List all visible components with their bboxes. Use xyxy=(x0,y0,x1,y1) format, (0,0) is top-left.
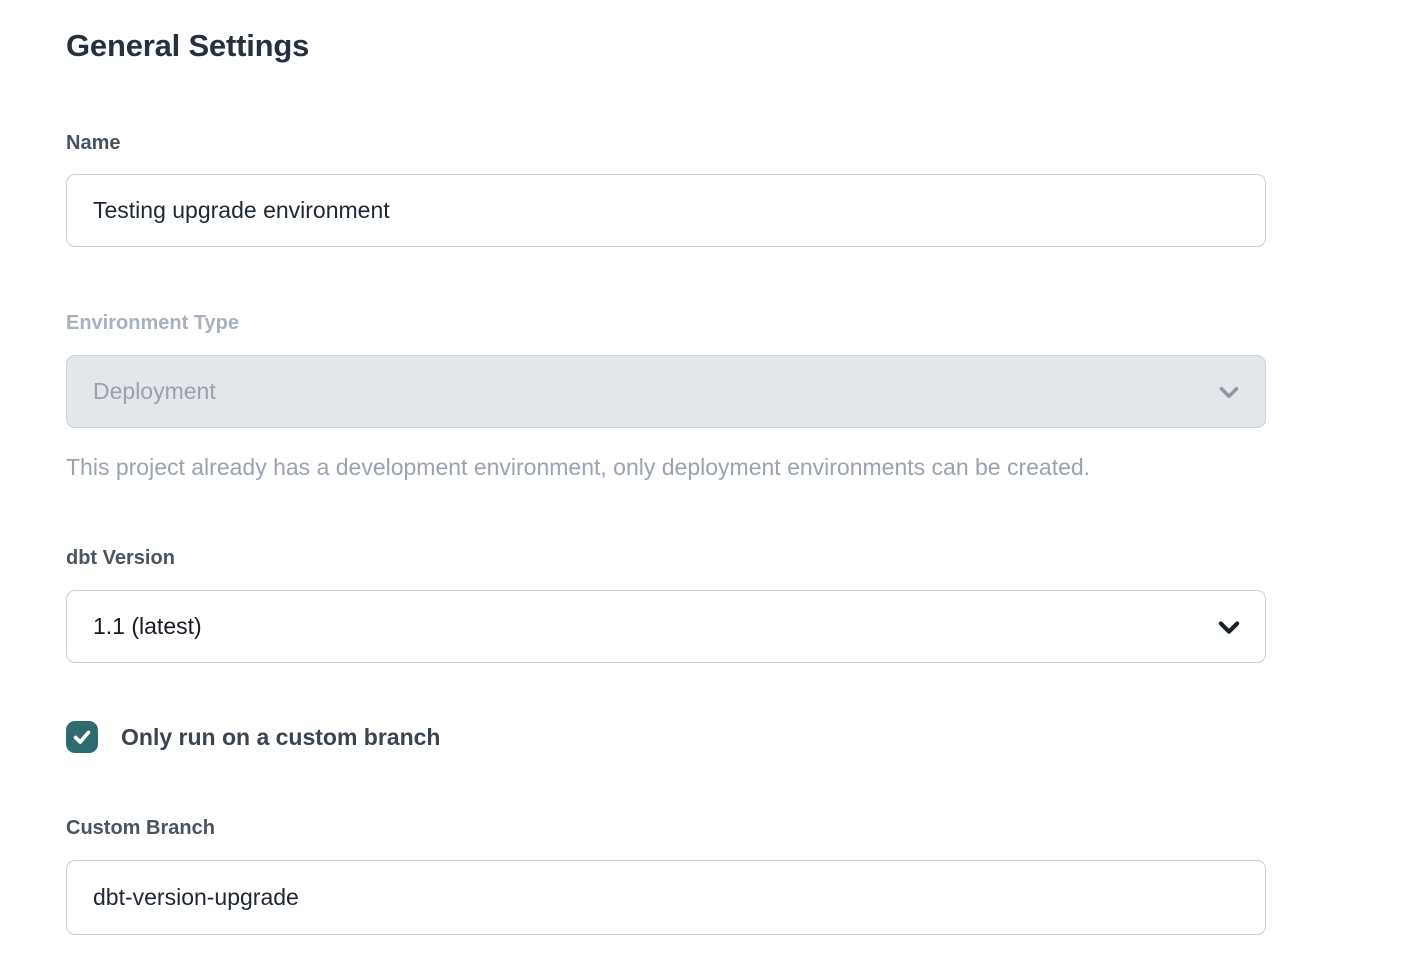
dbt-version-select[interactable]: 1.1 (latest) xyxy=(66,590,1266,663)
dbt-version-field-label: dbt Version xyxy=(66,546,1266,570)
environment-type-selected-value: Deployment xyxy=(93,378,216,405)
custom-branch-checkbox-row[interactable]: Only run on a custom branch xyxy=(66,721,1266,753)
page-title: General Settings xyxy=(66,26,1266,66)
environment-type-select: Deployment xyxy=(66,355,1266,428)
custom-branch-input[interactable] xyxy=(66,860,1266,935)
chevron-down-icon xyxy=(1215,378,1243,406)
dbt-version-selected-value: 1.1 (latest) xyxy=(93,613,202,640)
custom-branch-field-label: Custom Branch xyxy=(66,816,1266,840)
general-settings-form: General Settings Name Environment Type D… xyxy=(66,26,1266,935)
environment-type-helper-text: This project already has a development e… xyxy=(66,453,1266,481)
environment-type-field-label: Environment Type xyxy=(66,311,1266,335)
chevron-down-icon xyxy=(1215,613,1243,641)
checkmark-icon xyxy=(71,726,93,748)
custom-branch-checkbox[interactable] xyxy=(66,721,98,753)
custom-branch-checkbox-label: Only run on a custom branch xyxy=(121,724,440,751)
name-field-label: Name xyxy=(66,131,1266,155)
name-input[interactable] xyxy=(66,174,1266,247)
